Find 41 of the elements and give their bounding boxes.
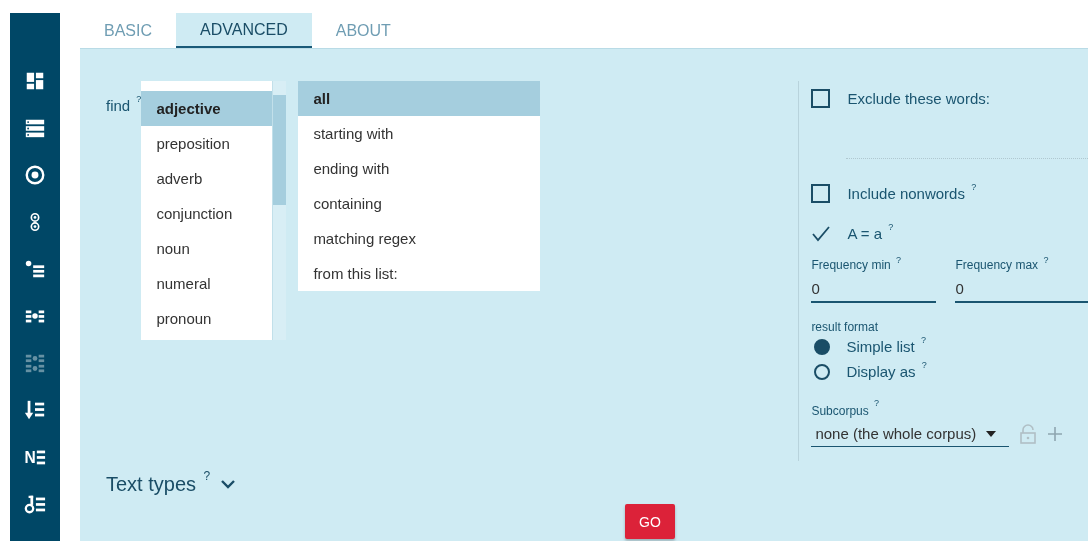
radio-label: Simple list $^{?}$ xyxy=(846,338,926,355)
list-option[interactable]: preposition xyxy=(141,126,273,161)
checkbox[interactable] xyxy=(811,183,831,203)
list-option[interactable]: containing xyxy=(298,186,541,221)
list-option[interactable]: conjunction xyxy=(141,196,273,231)
go-button[interactable]: GO xyxy=(625,504,675,539)
list-option[interactable]: adverb xyxy=(141,161,273,196)
section-heading[interactable]: Text types $^{?}$ xyxy=(106,472,211,496)
key-list-icon[interactable] xyxy=(24,493,46,515)
section-label: result format xyxy=(811,320,879,334)
list-option[interactable]: matching regex xyxy=(298,221,541,256)
radio-button[interactable] xyxy=(814,363,831,380)
field-label: Frequency min $^{?}$ xyxy=(811,258,903,272)
input-field[interactable]: 0 xyxy=(955,272,1088,303)
radio-button[interactable] xyxy=(814,338,831,355)
list-option[interactable]: pronoun xyxy=(141,301,273,336)
radio-label: Display as $^{?}$ xyxy=(846,363,927,380)
dashboard-icon[interactable] xyxy=(24,70,46,92)
caret-icon xyxy=(986,430,997,437)
target-icon[interactable] xyxy=(24,164,46,186)
sort-down-list-icon[interactable] xyxy=(24,399,46,421)
input-field[interactable]: 0 xyxy=(811,272,937,303)
list-option[interactable]: starting with xyxy=(298,116,541,151)
tab[interactable]: ADVANCED xyxy=(176,13,312,48)
scrollbar[interactable] xyxy=(272,81,287,340)
checkbox-label: Exclude these words: xyxy=(847,89,990,107)
subcorpus-dropdown[interactable]: none (the whole corpus) xyxy=(811,421,1010,447)
bullet-list-icon[interactable] xyxy=(24,258,46,280)
chevron-down-icon[interactable] xyxy=(220,479,237,489)
list-option[interactable]: all xyxy=(298,81,541,116)
list-option[interactable]: noun xyxy=(141,231,273,266)
list-option[interactable]: numeral xyxy=(141,266,273,301)
checkbox[interactable] xyxy=(811,88,831,108)
server-rows-icon[interactable] xyxy=(24,117,46,139)
field-label: Frequency max $^{?}$ xyxy=(955,258,1050,272)
checkbox-label: Include nonwords $^{?}$ xyxy=(847,184,977,202)
list-option[interactable]: from this list: xyxy=(298,256,541,291)
checkbox-label: A = a $^{?}$ xyxy=(847,224,894,242)
list-option[interactable]: adjective xyxy=(141,91,273,126)
list-option[interactable]: ending with xyxy=(298,151,541,186)
find-label: find $^{?}$ xyxy=(106,93,142,114)
